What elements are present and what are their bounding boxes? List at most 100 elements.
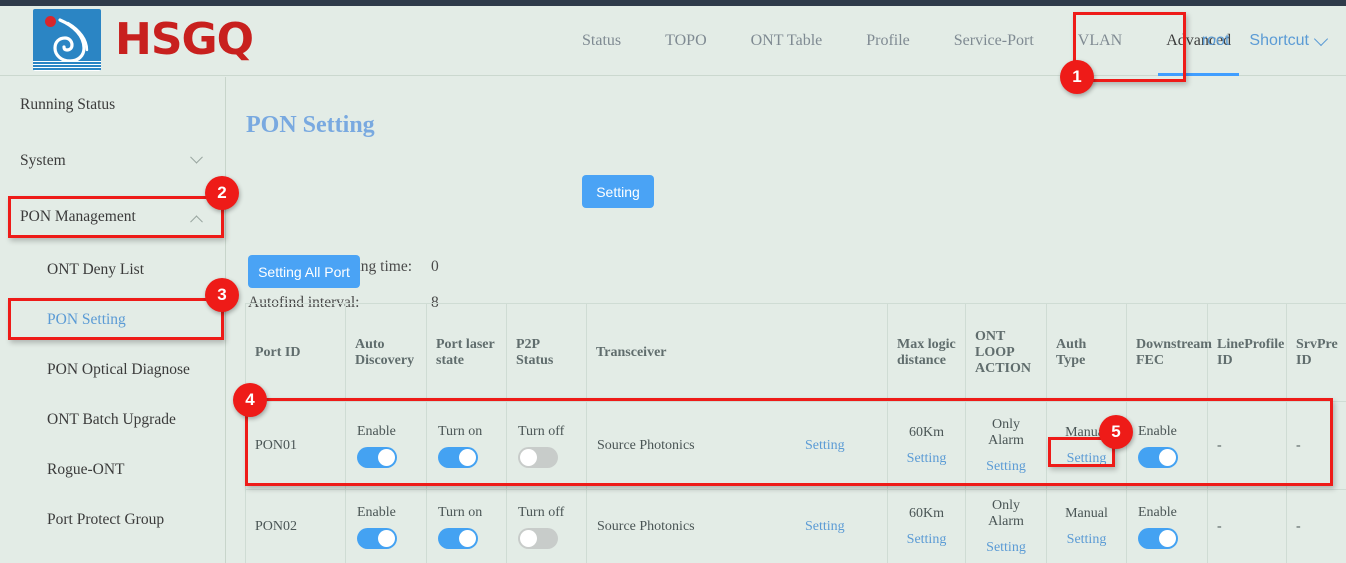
col-header-port-laser-state: Port laser state [427,304,507,402]
auth-type-setting-link[interactable]: Setting [1067,451,1107,467]
cell-auto-discovery: Enable [346,402,427,490]
ont-loop-action-value: Only Alarm [975,498,1037,530]
col-header-line-profile-id: LineProfile ID [1208,304,1287,402]
nav-item-profile[interactable]: Profile [844,6,932,76]
auth-type-setting-link[interactable]: Setting [1067,532,1107,548]
toggle-knob [1159,449,1176,466]
nav-item-status[interactable]: Status [560,6,643,76]
downstream-fec-toggle[interactable] [1138,528,1178,549]
cell-port-laser-state: Turn on [427,490,507,563]
auto-discovery-toggle[interactable] [357,447,397,468]
p2p-status-toggle[interactable] [518,447,558,468]
setting-button[interactable]: Setting [582,175,654,208]
sidebar-item-pon-management[interactable]: PON Management [0,189,225,245]
cell-srv-pre-id: - [1287,402,1346,490]
cell-downstream-fec: Enable [1127,402,1208,490]
nav-item-vlan[interactable]: VLAN [1056,6,1144,76]
cell-line-profile-id: - [1208,402,1287,490]
sidebar-item-label: ONT Deny List [47,261,144,279]
cell-downstream-fec: Enable [1127,490,1208,563]
auto-discovery-toggle[interactable] [357,528,397,549]
header-user-area: root Shortcut [1202,6,1326,76]
auth-type-value: Manual [1065,425,1108,441]
nav-item-ont-table[interactable]: ONT Table [729,6,845,76]
sidebar-item-rogue-ont[interactable]: Rogue-ONT [0,445,225,495]
hsgq-logo-icon [33,9,101,71]
cell-auto-discovery: Enable [346,490,427,563]
transceiver-setting-link[interactable]: Setting [805,438,845,454]
brand-logo[interactable]: HSGQ [33,9,253,71]
auto-discovery-label: Enable [357,424,396,440]
sidebar-item-running-status[interactable]: Running Status [0,77,225,133]
page-root: HSGQ Status TOPO ONT Table Profile Servi… [0,0,1346,563]
cell-ont-loop-action: Only Alarm Setting [966,490,1047,563]
cell-port-id: PON01 [246,402,346,490]
downstream-fec-label: Enable [1138,424,1177,440]
port-laser-state-label: Turn on [438,505,482,521]
sidebar: Running Status System PON Management ONT… [0,77,226,563]
shortcut-menu[interactable]: Shortcut [1249,32,1326,50]
toggle-knob [459,530,476,547]
max-logic-distance-value: 60Km [909,425,944,441]
sidebar-item-label: System [20,152,66,170]
downstream-fec-toggle[interactable] [1138,447,1178,468]
cell-p2p-status: Turn off [507,402,587,490]
port-laser-state-label: Turn on [438,424,482,440]
toggle-knob [459,449,476,466]
col-header-ont-loop-action: ONT LOOP ACTION [966,304,1047,402]
sidebar-item-ont-batch-upgrade[interactable]: ONT Batch Upgrade [0,395,225,445]
cell-line-profile-id: - [1208,490,1287,563]
cell-port-id: PON02 [246,490,346,563]
main-nav: Status TOPO ONT Table Profile Service-Po… [560,6,1253,76]
cell-p2p-status: Turn off [507,490,587,563]
toggle-knob [520,449,537,466]
port-laser-state-toggle[interactable] [438,447,478,468]
toggle-knob [378,530,395,547]
table-header-row: Port ID Auto Discovery Port laser state … [246,304,1346,402]
cell-auth-type: Manual Setting [1047,402,1127,490]
app-header: HSGQ Status TOPO ONT Table Profile Servi… [0,6,1346,76]
nav-item-topo[interactable]: TOPO [643,6,729,76]
p2p-status-label: Turn off [518,424,564,440]
auto-discovery-label: Enable [357,505,396,521]
ont-loop-action-setting-link[interactable]: Setting [986,540,1026,556]
setting-all-port-button[interactable]: Setting All Port [248,255,360,288]
shortcut-label: Shortcut [1249,32,1309,50]
col-header-p2p-status: P2P Status [507,304,587,402]
p2p-status-label: Turn off [518,505,564,521]
sidebar-item-label: PON Management [20,208,136,226]
sidebar-item-label: Running Status [20,96,115,114]
sidebar-item-label: Port Protect Group [47,511,164,529]
ont-loop-action-value: Only Alarm [975,417,1037,449]
p2p-status-toggle[interactable] [518,528,558,549]
max-logic-distance-setting-link[interactable]: Setting [907,451,947,467]
ont-loop-action-setting-link[interactable]: Setting [986,459,1026,475]
sidebar-item-pon-setting[interactable]: PON Setting [0,295,225,345]
max-logic-distance-setting-link[interactable]: Setting [907,532,947,548]
cell-max-logic-distance: 60Km Setting [888,490,966,563]
table-row: PON02 Enable Turn on [246,490,1346,563]
sidebar-item-port-protect-group[interactable]: Port Protect Group [0,495,225,545]
port-laser-state-toggle[interactable] [438,528,478,549]
auth-type-value: Manual [1065,506,1108,522]
pon-table: Port ID Auto Discovery Port laser state … [245,303,1346,563]
toggle-knob [1159,530,1176,547]
col-header-downstream-fec: Downstream FEC [1127,304,1208,402]
autofind-aging-time-value: 0 [431,258,439,276]
col-header-srv-pre-id: SrvPre ID [1287,304,1346,402]
sidebar-item-system[interactable]: System [0,133,225,189]
chevron-down-icon [190,150,203,163]
sidebar-item-ont-deny-list[interactable]: ONT Deny List [0,245,225,295]
sidebar-item-label: PON Optical Diagnose [47,361,190,379]
brand-name: HSGQ [115,18,253,62]
main-content: PON Setting Autofind table aging time: 0… [226,77,1346,563]
nav-item-service-port[interactable]: Service-Port [932,6,1056,76]
cell-port-laser-state: Turn on [427,402,507,490]
transceiver-setting-link[interactable]: Setting [805,519,845,535]
page-title: PON Setting [246,112,375,139]
logo-base-lines [33,61,101,71]
col-header-transceiver: Transceiver [587,304,888,402]
current-user-label[interactable]: root [1202,32,1230,50]
cell-max-logic-distance: 60Km Setting [888,402,966,490]
sidebar-item-pon-optical-diagnose[interactable]: PON Optical Diagnose [0,345,225,395]
